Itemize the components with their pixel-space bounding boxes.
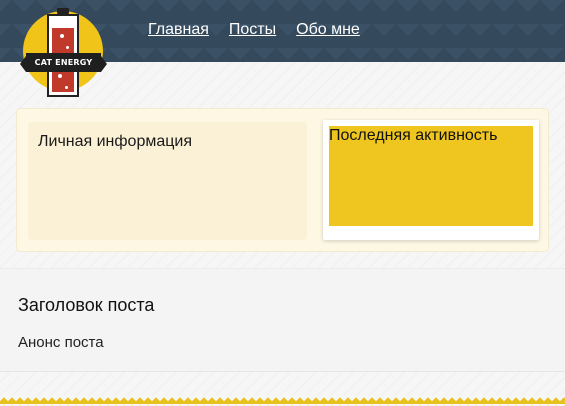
post-title[interactable]: Заголовок поста bbox=[18, 295, 154, 316]
recent-activity-content: Последняя активность bbox=[329, 126, 533, 226]
main-nav: Главная Посты Обо мне bbox=[148, 21, 360, 39]
nav-link-posts[interactable]: Посты bbox=[229, 21, 276, 39]
recent-activity-card: Последняя активность bbox=[323, 120, 539, 240]
post-excerpt: Анонс поста bbox=[18, 334, 104, 351]
recent-activity-title: Последняя активность bbox=[329, 127, 498, 144]
personal-info-card: Личная информация bbox=[28, 122, 307, 240]
logo-bubble bbox=[58, 74, 62, 78]
logo-bubble bbox=[66, 46, 69, 49]
logo-text: CAT ENERGY bbox=[20, 53, 107, 72]
post-preview: Заголовок поста Анонс поста bbox=[0, 268, 565, 372]
nav-link-about[interactable]: Обо мне bbox=[296, 21, 360, 39]
personal-info-title: Личная информация bbox=[38, 133, 193, 150]
nav-link-home[interactable]: Главная bbox=[148, 21, 209, 39]
logo-bubble bbox=[60, 34, 64, 38]
logo-bubble bbox=[65, 86, 68, 89]
footer-border bbox=[0, 396, 565, 406]
